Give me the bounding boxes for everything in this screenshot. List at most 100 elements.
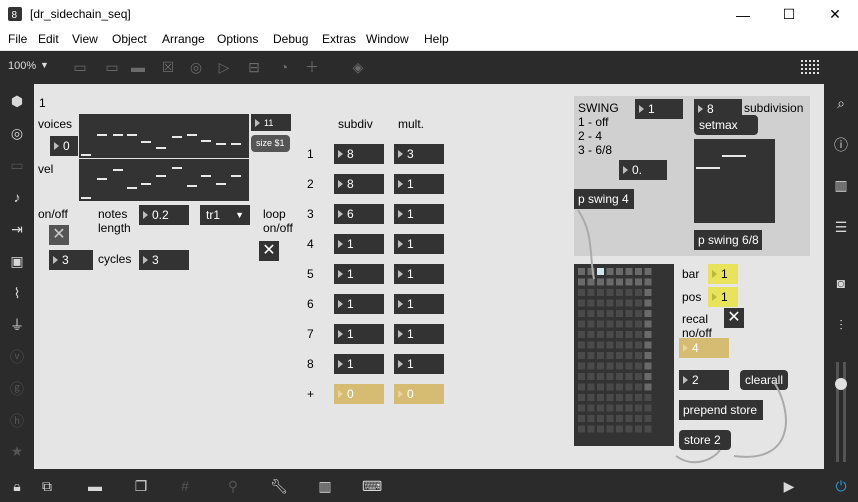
cycles-number-left[interactable]: 3 <box>49 250 93 270</box>
matrix-cell[interactable] <box>587 383 595 391</box>
matrix-cell[interactable] <box>625 320 633 328</box>
patcher-canvas[interactable]: 1 voices 0 11 size $1 vel on/off ✕ notes… <box>34 84 824 469</box>
matrix-cell[interactable] <box>578 425 585 433</box>
matrix-cell[interactable] <box>597 394 604 401</box>
mult-number[interactable]: 1 <box>394 234 444 254</box>
matrix-cell[interactable] <box>587 352 595 359</box>
matrix-cell[interactable] <box>587 404 595 412</box>
matrix-cell[interactable] <box>587 289 595 296</box>
matrix-cell[interactable] <box>578 341 585 349</box>
matrix-cell[interactable] <box>616 310 623 317</box>
matrix-cell[interactable] <box>625 278 633 286</box>
matrix-cell[interactable] <box>625 310 633 317</box>
matrix-cell[interactable] <box>587 320 595 328</box>
star-icon[interactable]: ★ <box>8 442 26 460</box>
matrix-cell[interactable] <box>625 352 633 359</box>
menu-extras[interactable]: Extras <box>322 32 356 46</box>
plug-icon[interactable]: ⏚ <box>8 316 26 334</box>
matrix-cell[interactable] <box>625 299 633 307</box>
matrix-cell[interactable] <box>635 404 642 412</box>
matrix-cell[interactable] <box>597 278 604 286</box>
matrix-cell[interactable] <box>644 383 652 391</box>
package-icon[interactable]: ⬢ <box>8 92 26 110</box>
power-icon[interactable]: ⏻ <box>832 477 850 495</box>
grid-toggle-icon[interactable]: # <box>176 477 194 495</box>
matrix-cell[interactable] <box>635 373 642 380</box>
matrix-cell[interactable] <box>606 289 614 296</box>
image-icon[interactable]: ▣ <box>8 252 26 270</box>
matrix-cell[interactable] <box>625 268 633 275</box>
matrix-cell[interactable] <box>625 289 633 296</box>
matrix-cell[interactable] <box>606 341 614 349</box>
search-icon[interactable]: ⌕ <box>832 94 850 112</box>
keyboard-grid-icon[interactable]: ⌨ <box>362 477 382 495</box>
matrix-cell[interactable] <box>606 415 614 422</box>
matrix-cell[interactable] <box>578 415 585 422</box>
sliders-icon[interactable]: ⫶ <box>832 316 850 334</box>
matrix-cell[interactable] <box>635 320 642 328</box>
matrix-cell[interactable] <box>635 341 642 349</box>
matrix-cell[interactable] <box>644 289 652 296</box>
matrix-cell[interactable] <box>625 425 633 433</box>
matrix-cell[interactable] <box>616 352 623 359</box>
subdiv-number[interactable]: 1 <box>334 234 384 254</box>
menu-file[interactable]: File <box>8 32 27 46</box>
comment-icon[interactable]: ▬ <box>130 59 146 75</box>
swing-float[interactable]: 0. <box>619 160 667 180</box>
matrix-cell[interactable] <box>644 278 652 286</box>
matrix-cell[interactable] <box>635 289 642 296</box>
swing-number[interactable]: 1 <box>635 99 683 119</box>
matrix-cell[interactable] <box>578 352 585 359</box>
book-icon[interactable]: ▥ <box>832 176 850 194</box>
matrix-cell[interactable] <box>597 320 604 328</box>
piano-icon[interactable]: ▥ <box>316 477 334 495</box>
p-swing68-object[interactable]: p swing 6/8 <box>694 230 762 250</box>
matrix-cell[interactable] <box>578 310 585 317</box>
matrix-cell[interactable] <box>578 404 585 412</box>
matrix-cell[interactable] <box>606 299 614 307</box>
matrix-cell[interactable] <box>597 331 604 338</box>
onoff-toggle[interactable]: ✕ <box>49 225 69 245</box>
clearall-message[interactable]: clearall <box>740 370 789 390</box>
menu-arrange[interactable]: Arrange <box>162 32 205 46</box>
mult-number[interactable]: 1 <box>394 294 444 314</box>
bar-number[interactable]: 1 <box>708 264 738 284</box>
matrix-cell[interactable] <box>606 331 614 338</box>
slider-icon[interactable]: ⊟ <box>246 59 262 75</box>
matrix-cell[interactable] <box>644 299 652 307</box>
prepend-store-object[interactable]: prepend store <box>679 400 763 420</box>
matrix-cell[interactable] <box>597 383 604 391</box>
matrix-cell[interactable] <box>606 373 614 380</box>
matrix-cell[interactable] <box>587 331 595 338</box>
mult-number[interactable]: 0 <box>394 384 444 404</box>
grid-icon[interactable] <box>800 59 822 75</box>
tr-umenu[interactable]: tr1 ▼ <box>200 205 250 225</box>
matrix-cell[interactable] <box>644 310 652 317</box>
step-icon[interactable]: ⇥ <box>8 220 26 238</box>
matrix-cell[interactable] <box>616 320 623 328</box>
matrix-cell[interactable] <box>597 415 604 422</box>
mult-number[interactable]: 1 <box>394 264 444 284</box>
matrix-cell[interactable] <box>606 362 614 370</box>
subdiv-number[interactable]: 8 <box>334 144 384 164</box>
paperclip-icon[interactable]: ⌇ <box>8 284 26 302</box>
matrix-cell[interactable] <box>644 320 652 328</box>
gold-number[interactable]: 4 <box>679 338 729 358</box>
p-swing4-object[interactable]: p swing 4 <box>574 189 634 209</box>
matrix-cell[interactable] <box>578 362 585 370</box>
minimize-button[interactable]: — <box>720 0 766 29</box>
transport-icon[interactable]: ▶ <box>780 477 798 495</box>
g-icon[interactable]: ⓖ <box>8 380 26 398</box>
presentation-icon[interactable]: ▭ <box>72 59 88 75</box>
matrix-cell[interactable] <box>587 268 595 275</box>
swing-multislider[interactable] <box>694 139 775 223</box>
maximize-button[interactable]: ☐ <box>766 0 812 29</box>
matrix-cell[interactable] <box>578 320 585 328</box>
matrix-cell[interactable] <box>597 352 604 359</box>
matrix-cell[interactable] <box>578 331 585 338</box>
matrix-cell[interactable] <box>635 299 642 307</box>
matrix-cell[interactable] <box>616 404 623 412</box>
matrix-cell[interactable] <box>587 425 595 433</box>
matrix-cell[interactable] <box>616 341 623 349</box>
close-button[interactable]: ✕ <box>812 0 858 29</box>
